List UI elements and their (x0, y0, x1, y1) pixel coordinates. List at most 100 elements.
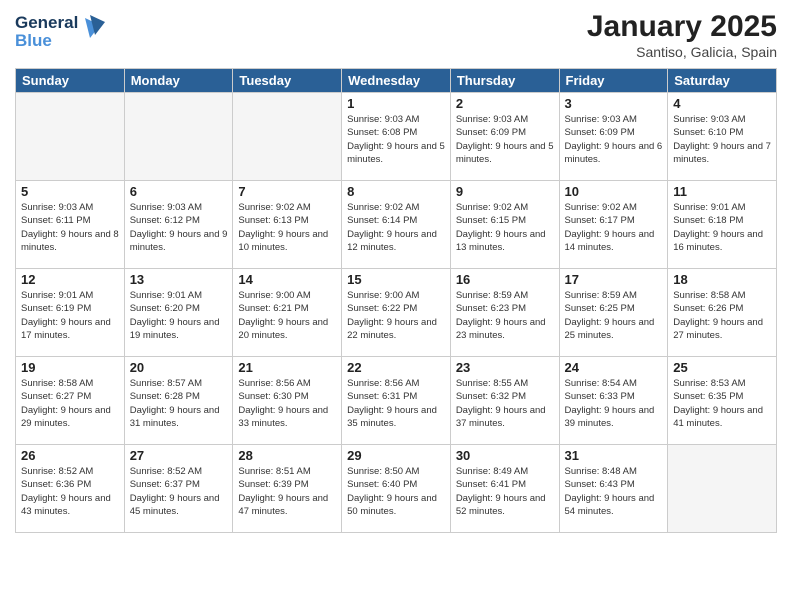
day-info-18: Sunrise: 8:58 AM Sunset: 6:26 PM Dayligh… (673, 289, 771, 342)
week-row-2: 5 Sunrise: 9:03 AM Sunset: 6:11 PM Daylig… (16, 181, 777, 269)
day-number-30: 30 (456, 448, 554, 463)
calendar-cell-w1-d2 (124, 93, 233, 181)
calendar-cell-w3-d1: 12 Sunrise: 9:01 AM Sunset: 6:19 PM Dayli… (16, 269, 125, 357)
calendar-cell-w5-d3: 28Sunrise: 8:51 AM Sunset: 6:39 PM Dayli… (233, 445, 342, 533)
day-number-17: 17 (565, 272, 663, 287)
day-number-3: 3 (565, 96, 663, 111)
day-number-31: 31 (565, 448, 663, 463)
day-info-31: Sunrise: 8:48 AM Sunset: 6:43 PM Dayligh… (565, 465, 663, 518)
calendar-cell-w1-d5: 2Sunrise: 9:03 AM Sunset: 6:09 PM Daylig… (450, 93, 559, 181)
calendar-cell-w5-d5: 30 Sunrise: 8:49 AM Sunset: 6:41 PM Dayli… (450, 445, 559, 533)
day-number-28: 28 (238, 448, 336, 463)
day-number-16: 16 (456, 272, 554, 287)
calendar-cell-w1-d4: 1 Sunrise: 9:03 AM Sunset: 6:08 PM Daylig… (342, 93, 451, 181)
calendar-cell-w4-d1: 19Sunrise: 8:58 AM Sunset: 6:27 PM Dayli… (16, 357, 125, 445)
header-tuesday: Tuesday (233, 69, 342, 93)
day-number-20: 20 (130, 360, 228, 375)
day-info-6: Sunrise: 9:03 AM Sunset: 6:12 PM Dayligh… (130, 201, 228, 254)
calendar-cell-w3-d7: 18 Sunrise: 8:58 AM Sunset: 6:26 PM Dayli… (668, 269, 777, 357)
svg-text:General: General (15, 13, 78, 32)
calendar-cell-w2-d6: 10 Sunrise: 9:02 AM Sunset: 6:17 PM Dayli… (559, 181, 668, 269)
main-title: January 2025 (587, 10, 777, 44)
day-info-10: Sunrise: 9:02 AM Sunset: 6:17 PM Dayligh… (565, 201, 663, 254)
page: General Blue January 2025 Santiso, Galic… (0, 0, 792, 612)
calendar-cell-w3-d4: 15 Sunrise: 9:00 AM Sunset: 6:22 PM Dayli… (342, 269, 451, 357)
day-number-15: 15 (347, 272, 445, 287)
day-info-7: Sunrise: 9:02 AM Sunset: 6:13 PM Dayligh… (238, 201, 336, 254)
svg-text:Blue: Blue (15, 31, 52, 50)
day-info-30: Sunrise: 8:49 AM Sunset: 6:41 PM Dayligh… (456, 465, 554, 518)
calendar-table: Sunday Monday Tuesday Wednesday Thursday… (15, 68, 777, 533)
day-info-16: Sunrise: 8:59 AM Sunset: 6:23 PM Dayligh… (456, 289, 554, 342)
calendar-cell-w1-d6: 3 Sunrise: 9:03 AM Sunset: 6:09 PM Daylig… (559, 93, 668, 181)
subtitle: Santiso, Galicia, Spain (587, 44, 777, 60)
day-number-19: 19 (21, 360, 119, 375)
day-number-25: 25 (673, 360, 771, 375)
day-number-4: 4 (673, 96, 771, 111)
day-info-2: Sunrise: 9:03 AM Sunset: 6:09 PM Dayligh… (456, 113, 554, 166)
day-number-10: 10 (565, 184, 663, 199)
day-number-11: 11 (673, 184, 771, 199)
calendar-cell-w5-d1: 26Sunrise: 8:52 AM Sunset: 6:36 PM Dayli… (16, 445, 125, 533)
calendar-cell-w4-d4: 22Sunrise: 8:56 AM Sunset: 6:31 PM Dayli… (342, 357, 451, 445)
day-info-9: Sunrise: 9:02 AM Sunset: 6:15 PM Dayligh… (456, 201, 554, 254)
day-number-5: 5 (21, 184, 119, 199)
calendar-cell-w5-d6: 31 Sunrise: 8:48 AM Sunset: 6:43 PM Dayli… (559, 445, 668, 533)
day-info-24: Sunrise: 8:54 AM Sunset: 6:33 PM Dayligh… (565, 377, 663, 430)
day-info-12: Sunrise: 9:01 AM Sunset: 6:19 PM Dayligh… (21, 289, 119, 342)
calendar-cell-w4-d7: 25 Sunrise: 8:53 AM Sunset: 6:35 PM Dayli… (668, 357, 777, 445)
day-number-12: 12 (21, 272, 119, 287)
day-info-4: Sunrise: 9:03 AM Sunset: 6:10 PM Dayligh… (673, 113, 771, 166)
calendar-cell-w2-d2: 6Sunrise: 9:03 AM Sunset: 6:12 PM Daylig… (124, 181, 233, 269)
day-number-24: 24 (565, 360, 663, 375)
day-info-22: Sunrise: 8:56 AM Sunset: 6:31 PM Dayligh… (347, 377, 445, 430)
calendar-cell-w1-d1 (16, 93, 125, 181)
calendar-cell-w2-d1: 5 Sunrise: 9:03 AM Sunset: 6:11 PM Daylig… (16, 181, 125, 269)
calendar-cell-w3-d2: 13 Sunrise: 9:01 AM Sunset: 6:20 PM Dayli… (124, 269, 233, 357)
day-number-13: 13 (130, 272, 228, 287)
day-number-8: 8 (347, 184, 445, 199)
day-number-23: 23 (456, 360, 554, 375)
day-info-1: Sunrise: 9:03 AM Sunset: 6:08 PM Dayligh… (347, 113, 445, 166)
calendar-cell-w3-d3: 14Sunrise: 9:00 AM Sunset: 6:21 PM Dayli… (233, 269, 342, 357)
calendar-cell-w5-d4: 29Sunrise: 8:50 AM Sunset: 6:40 PM Dayli… (342, 445, 451, 533)
calendar-cell-w1-d7: 4 Sunrise: 9:03 AM Sunset: 6:10 PM Daylig… (668, 93, 777, 181)
calendar-cell-w4-d6: 24 Sunrise: 8:54 AM Sunset: 6:33 PM Dayli… (559, 357, 668, 445)
day-number-1: 1 (347, 96, 445, 111)
day-info-17: Sunrise: 8:59 AM Sunset: 6:25 PM Dayligh… (565, 289, 663, 342)
week-row-5: 26Sunrise: 8:52 AM Sunset: 6:36 PM Dayli… (16, 445, 777, 533)
calendar-cell-w5-d2: 27 Sunrise: 8:52 AM Sunset: 6:37 PM Dayli… (124, 445, 233, 533)
day-info-15: Sunrise: 9:00 AM Sunset: 6:22 PM Dayligh… (347, 289, 445, 342)
logo: General Blue (15, 10, 120, 57)
day-number-9: 9 (456, 184, 554, 199)
header-monday: Monday (124, 69, 233, 93)
day-number-18: 18 (673, 272, 771, 287)
calendar-cell-w5-d7 (668, 445, 777, 533)
day-number-21: 21 (238, 360, 336, 375)
calendar-cell-w4-d5: 23Sunrise: 8:55 AM Sunset: 6:32 PM Dayli… (450, 357, 559, 445)
day-info-27: Sunrise: 8:52 AM Sunset: 6:37 PM Dayligh… (130, 465, 228, 518)
calendar-cell-w3-d5: 16 Sunrise: 8:59 AM Sunset: 6:23 PM Dayli… (450, 269, 559, 357)
day-info-13: Sunrise: 9:01 AM Sunset: 6:20 PM Dayligh… (130, 289, 228, 342)
week-row-1: 1 Sunrise: 9:03 AM Sunset: 6:08 PM Daylig… (16, 93, 777, 181)
day-info-11: Sunrise: 9:01 AM Sunset: 6:18 PM Dayligh… (673, 201, 771, 254)
calendar-cell-w2-d7: 11 Sunrise: 9:01 AM Sunset: 6:18 PM Dayli… (668, 181, 777, 269)
calendar-cell-w3-d6: 17 Sunrise: 8:59 AM Sunset: 6:25 PM Dayli… (559, 269, 668, 357)
calendar-cell-w4-d3: 21Sunrise: 8:56 AM Sunset: 6:30 PM Dayli… (233, 357, 342, 445)
title-block: January 2025 Santiso, Galicia, Spain (587, 10, 777, 60)
day-info-3: Sunrise: 9:03 AM Sunset: 6:09 PM Dayligh… (565, 113, 663, 166)
day-info-25: Sunrise: 8:53 AM Sunset: 6:35 PM Dayligh… (673, 377, 771, 430)
day-info-14: Sunrise: 9:00 AM Sunset: 6:21 PM Dayligh… (238, 289, 336, 342)
header-thursday: Thursday (450, 69, 559, 93)
header: General Blue January 2025 Santiso, Galic… (15, 10, 777, 60)
week-row-4: 19Sunrise: 8:58 AM Sunset: 6:27 PM Dayli… (16, 357, 777, 445)
day-number-27: 27 (130, 448, 228, 463)
calendar-cell-w2-d3: 7 Sunrise: 9:02 AM Sunset: 6:13 PM Daylig… (233, 181, 342, 269)
day-info-5: Sunrise: 9:03 AM Sunset: 6:11 PM Dayligh… (21, 201, 119, 254)
day-info-29: Sunrise: 8:50 AM Sunset: 6:40 PM Dayligh… (347, 465, 445, 518)
header-saturday: Saturday (668, 69, 777, 93)
header-sunday: Sunday (16, 69, 125, 93)
logo-icon: General Blue (15, 10, 120, 52)
day-number-7: 7 (238, 184, 336, 199)
day-info-20: Sunrise: 8:57 AM Sunset: 6:28 PM Dayligh… (130, 377, 228, 430)
